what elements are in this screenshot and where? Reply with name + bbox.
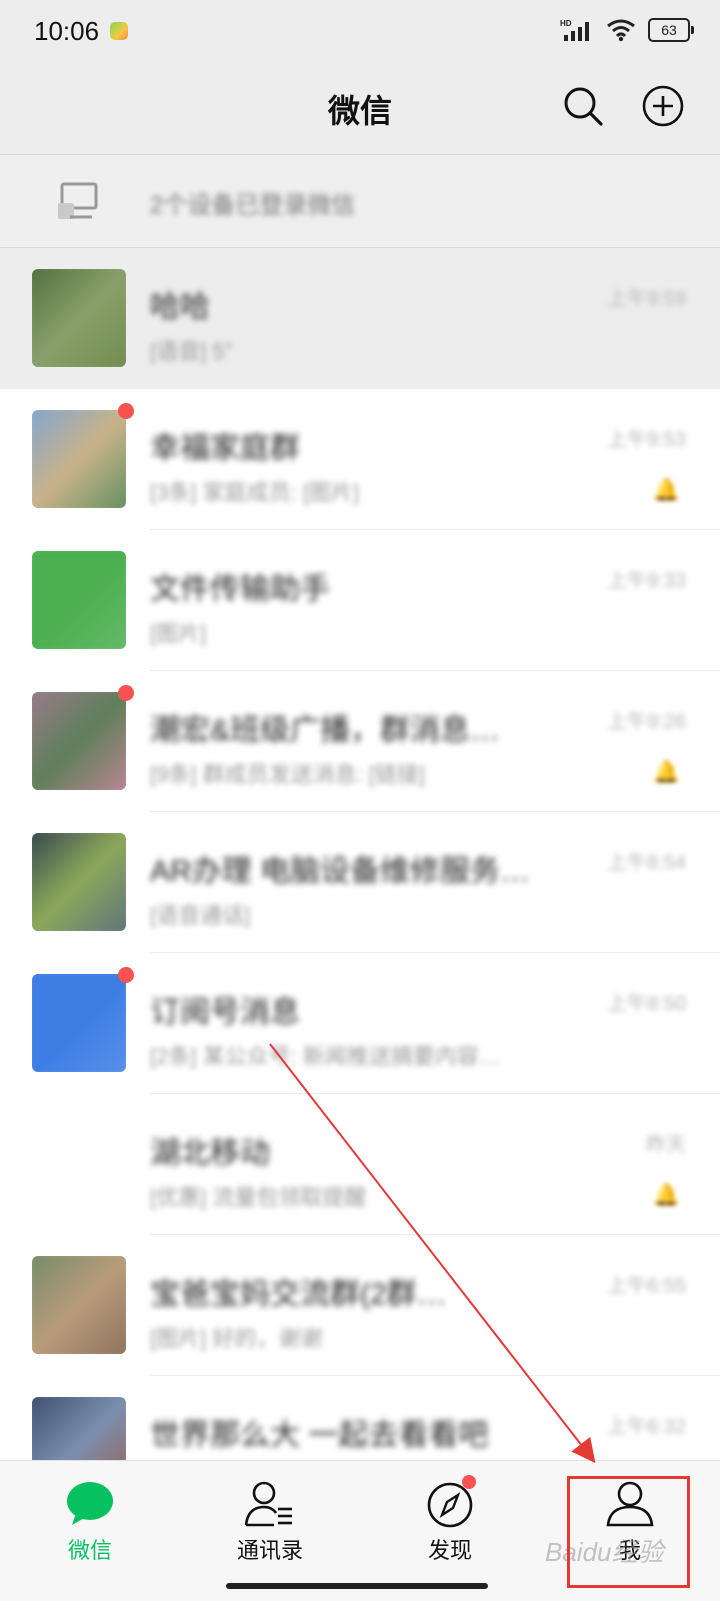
tab-label: 微信 (67, 1538, 112, 1563)
chat-time: 上午6:55 (607, 1275, 686, 1297)
chat-preview: [优惠] 流量包领取提醒 (150, 1185, 367, 1210)
chat-name: 湖北移动 (150, 1137, 270, 1170)
chat-time: 上午8:50 (607, 993, 686, 1015)
chat-row[interactable]: AR办理 电脑设备维修服务… [语音通话] 上午8:54 (0, 812, 720, 953)
chat-bubble-icon (67, 1482, 113, 1525)
chat-name: 幸福家庭群 (150, 432, 300, 465)
unread-badge (118, 967, 134, 983)
chat-preview: [9条] 群成员发送消息: [链接] (150, 762, 426, 787)
chat-avatar (32, 1397, 126, 1460)
chat-preview: [2条] 某公众号: 新闻推送摘要内容… (150, 1044, 501, 1069)
chat-avatar (32, 833, 126, 931)
chat-time: 上午8:54 (607, 852, 686, 874)
chat-avatar (32, 410, 126, 508)
add-button[interactable] (641, 84, 685, 128)
cellular-signal-icon: HD (560, 19, 589, 41)
mute-icon: 🔔 (652, 1182, 680, 1207)
page-title: 微信 (327, 93, 392, 129)
chat-time: 上午9:26 (607, 711, 686, 733)
status-time: 10:06 (34, 16, 100, 46)
chat-row[interactable]: 潮宏&班级广播，群消息… [9条] 群成员发送消息: [链接] 上午9:26 🔔 (0, 671, 720, 812)
chat-time: 上午9:59 (607, 288, 686, 310)
chat-time: 昨天 (646, 1134, 686, 1156)
chat-row[interactable]: 订阅号消息 [2条] 某公众号: 新闻推送摘要内容… 上午8:50 (0, 953, 720, 1094)
unread-badge (118, 403, 134, 419)
device-login-banner[interactable]: 2个设备已登录微信 (0, 154, 720, 248)
chat-time: 上午9:33 (607, 570, 686, 592)
chat-name: 世界那么大 一起去看看吧 (150, 1419, 489, 1452)
chat-preview: [语音] 5" (150, 339, 233, 364)
chat-name: 潮宏&班级广播，群消息… (150, 714, 501, 747)
chat-name: 宝爸宝妈交流群(2群… (150, 1278, 447, 1311)
notification-app-icon (110, 22, 128, 40)
annotation-highlight-box (567, 1476, 690, 1588)
tab-contacts[interactable]: 通讯录 (200, 1479, 340, 1579)
wifi-icon (607, 19, 635, 42)
home-indicator[interactable] (226, 1583, 488, 1589)
chat-avatar (32, 1115, 126, 1213)
chat-avatar (32, 551, 126, 649)
discover-badge (462, 1475, 476, 1489)
chat-time: 上午9:53 (607, 429, 686, 451)
chat-avatar (32, 1256, 126, 1354)
chat-time: 上午6:32 (607, 1416, 686, 1438)
chat-row[interactable]: 哈哈 [语音] 5" 上午9:59 (0, 248, 720, 389)
chat-avatar (32, 269, 126, 367)
chat-row[interactable]: 文件传输助手 [图片] 上午9:33 (0, 530, 720, 671)
desktop-device-icon (58, 182, 98, 219)
chat-preview: [语音通话] (150, 903, 251, 928)
status-bar: 10:06 HD 63 (0, 0, 720, 64)
tab-label: 发现 (427, 1538, 472, 1563)
battery-icon: 63 (648, 18, 694, 42)
chat-row[interactable]: 湖北移动 [优惠] 流量包领取提醒 昨天 🔔 (0, 1094, 720, 1235)
chat-row[interactable]: 幸福家庭群 [3条] 家庭成员: [图片] 上午9:53 🔔 (0, 389, 720, 530)
plus-circle-icon (642, 85, 684, 127)
search-button[interactable] (561, 84, 605, 128)
chat-preview: [图片] 好的，谢谢 (150, 1326, 323, 1351)
chat-rows: 哈哈 [语音] 5" 上午9:59 幸福家庭群 [3条] 家庭成员: [图片] 上午9:5… (0, 248, 720, 1460)
chat-list[interactable]: 2个设备已登录微信 哈哈 [语音] 5" 上午9:59 幸福家庭群 [3条] 家庭成员:… (0, 154, 720, 1460)
chat-preview: [3条] 家庭成员: [图片] (150, 480, 360, 505)
svg-text:HD: HD (560, 19, 572, 28)
chat-avatar (32, 974, 126, 1072)
tab-label: 通讯录 (236, 1538, 303, 1563)
device-banner-text: 2个设备已登录微信 (150, 192, 356, 219)
chat-avatar (32, 692, 126, 790)
app-header: 微信 (0, 64, 720, 154)
chat-name: 哈哈 (150, 291, 210, 324)
contacts-icon (244, 1481, 292, 1527)
chat-row[interactable]: 宝爸宝妈交流群(2群… [图片] 好的，谢谢 上午6:55 (0, 1235, 720, 1376)
status-indicators: HD 63 (560, 18, 694, 42)
chat-name: 文件传输助手 (150, 573, 330, 606)
tab-discover[interactable]: 发现 (380, 1475, 520, 1579)
mute-icon: 🔔 (652, 477, 680, 502)
unread-badge (118, 685, 134, 701)
chat-name: 订阅号消息 (150, 996, 300, 1029)
chat-row[interactable]: 世界那么大 一起去看看吧[图片]上午6:32 (0, 1376, 720, 1460)
mute-icon: 🔔 (652, 759, 680, 784)
search-icon (564, 87, 603, 126)
tab-chats[interactable]: 微信 (20, 1479, 160, 1579)
chat-name: AR办理 电脑设备维修服务… (150, 855, 531, 888)
chat-preview: [图片] (150, 621, 207, 646)
